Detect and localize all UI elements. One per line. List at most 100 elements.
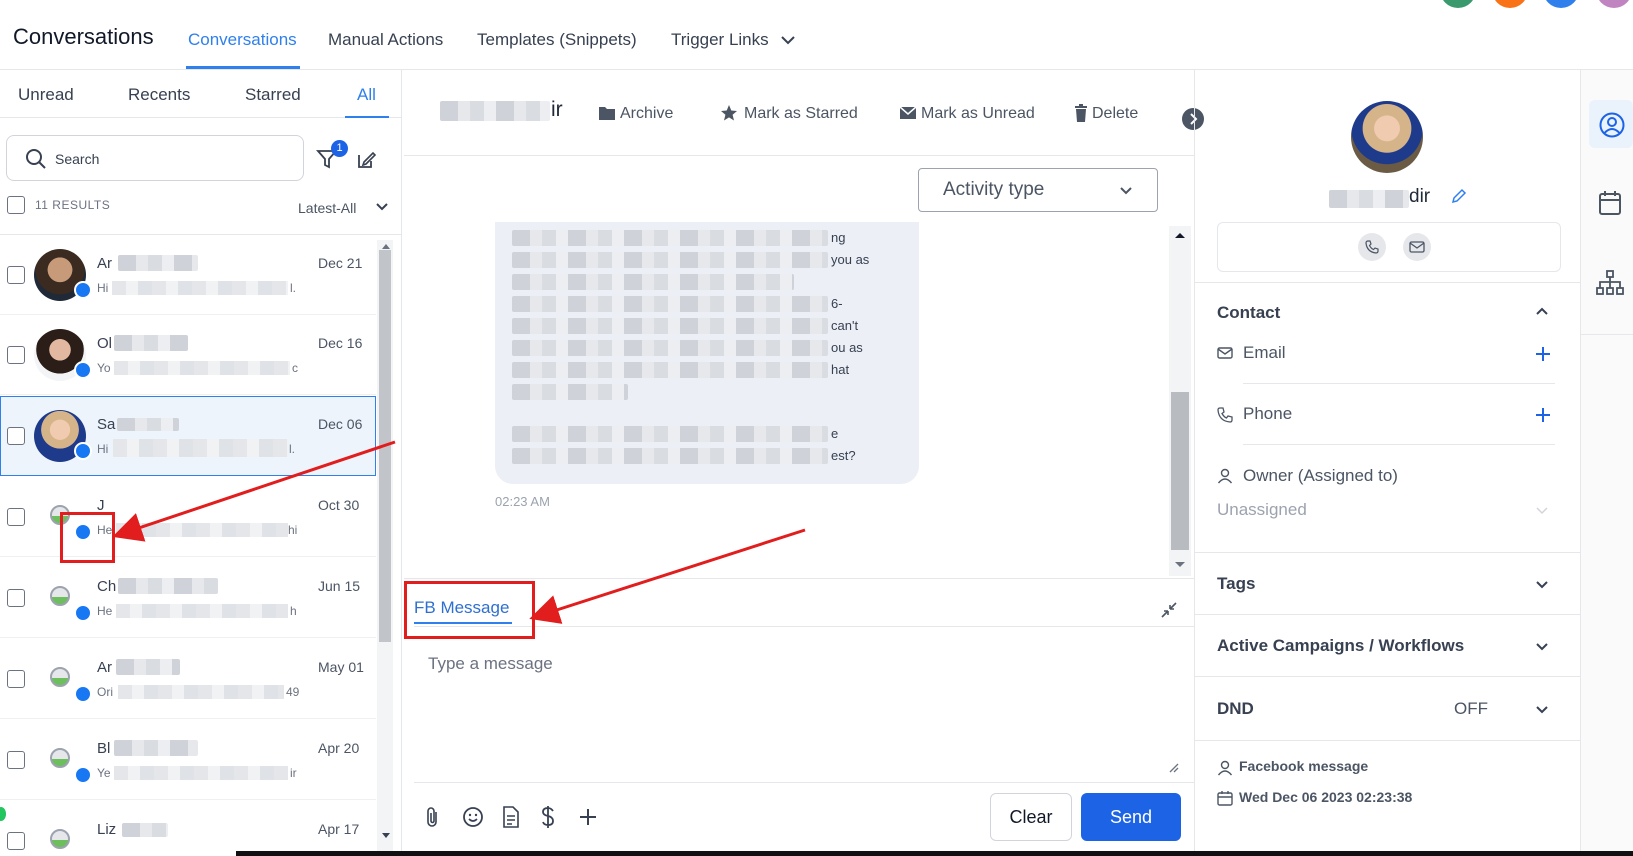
row-checkbox[interactable]: [7, 832, 25, 850]
scrollbar-thumb[interactable]: [379, 250, 391, 642]
phone-icon: [1217, 407, 1233, 423]
email-label: Email: [1243, 343, 1286, 362]
email-icon[interactable]: [1403, 233, 1431, 261]
plus-icon[interactable]: [578, 807, 598, 827]
list-item-selected[interactable]: Sa Hi l. Dec 06: [0, 396, 376, 476]
message-snippet-start: Hi: [97, 281, 109, 295]
row-checkbox[interactable]: [7, 427, 25, 445]
dollar-icon[interactable]: [540, 805, 556, 829]
avatar[interactable]: [1492, 0, 1528, 8]
list-item[interactable]: Ar Hi l. Dec 21: [0, 235, 376, 315]
list-item[interactable]: Liz Apr 17: [0, 801, 376, 856]
filter-badge: 1: [331, 140, 348, 157]
message-snippet-start: Hi: [97, 442, 109, 456]
compose-icon[interactable]: [356, 150, 376, 170]
scroll-down-icon[interactable]: [381, 832, 391, 840]
calendar-icon[interactable]: [1598, 190, 1622, 216]
message-input[interactable]: [414, 640, 1174, 770]
contact-name: Ol: [97, 335, 112, 352]
campaigns-section-title[interactable]: Active Campaigns / Workflows: [1217, 636, 1464, 656]
chevron-down-icon[interactable]: [1535, 705, 1549, 715]
scrollbar[interactable]: [377, 240, 393, 856]
tags-section-title[interactable]: Tags: [1217, 574, 1255, 594]
chevron-up-icon[interactable]: [1535, 306, 1549, 316]
tab-starred[interactable]: Starred: [245, 85, 301, 105]
document-icon[interactable]: [501, 806, 521, 828]
redacted-text: [112, 281, 288, 295]
tab-unread[interactable]: Unread: [18, 85, 74, 105]
row-checkbox[interactable]: [7, 266, 25, 284]
scroll-up-icon[interactable]: [1174, 231, 1186, 239]
clear-button[interactable]: Clear: [990, 793, 1072, 841]
owner-select[interactable]: Unassigned: [1217, 500, 1307, 520]
emoji-icon[interactable]: [462, 806, 484, 828]
tab-manual-actions[interactable]: Manual Actions: [328, 30, 443, 50]
messenger-icon: [74, 604, 92, 622]
scroll-down-icon[interactable]: [1174, 561, 1186, 569]
list-item[interactable]: J He hi Oct 30: [0, 477, 376, 557]
contact-name: ir: [551, 98, 563, 121]
chevron-down-icon[interactable]: [1535, 642, 1549, 652]
tab-conversations[interactable]: Conversations: [188, 30, 297, 50]
scrollbar-thumb[interactable]: [1171, 392, 1189, 550]
tab-trigger-links[interactable]: Trigger Links: [671, 30, 769, 50]
contact-name: Ar: [97, 255, 112, 272]
avatar[interactable]: [1440, 0, 1476, 8]
divider: [0, 117, 402, 118]
divider: [1195, 740, 1581, 741]
delete-button[interactable]: Delete: [1092, 105, 1138, 123]
row-checkbox[interactable]: [7, 346, 25, 364]
message-fragment: 6-: [831, 296, 843, 311]
row-checkbox[interactable]: [7, 589, 25, 607]
tab-templates[interactable]: Templates (Snippets): [477, 30, 637, 50]
resize-handle-icon[interactable]: [1167, 761, 1179, 773]
created-date: Wed Dec 06 2023 02:23:38: [1239, 789, 1413, 805]
contact-name: Sa: [97, 416, 116, 433]
tab-recents[interactable]: Recents: [128, 85, 190, 105]
chevron-down-icon[interactable]: [780, 34, 796, 46]
edit-pencil-icon[interactable]: [1451, 188, 1467, 204]
search-input[interactable]: Search: [6, 135, 304, 181]
chevron-down-icon[interactable]: [375, 202, 389, 212]
row-checkbox[interactable]: [7, 670, 25, 688]
redacted-text: [512, 296, 828, 312]
collapse-icon[interactable]: [1160, 601, 1178, 619]
mark-starred-button[interactable]: Mark as Starred: [744, 105, 858, 123]
contact-tab[interactable]: [1589, 100, 1633, 148]
scrollbar[interactable]: [1169, 226, 1191, 576]
sort-select[interactable]: Latest-All: [298, 200, 356, 216]
phone-icon[interactable]: [1358, 233, 1386, 261]
divider: [1195, 282, 1581, 283]
workflow-icon[interactable]: [1596, 270, 1624, 296]
activity-type-select[interactable]: Activity type: [918, 168, 1158, 212]
redacted-text: [512, 384, 628, 400]
tab-all[interactable]: All: [357, 85, 376, 105]
contact-section-title[interactable]: Contact: [1217, 303, 1280, 323]
send-button[interactable]: Send: [1081, 793, 1181, 841]
add-email-plus-icon[interactable]: [1535, 346, 1551, 362]
scroll-up-icon[interactable]: [381, 242, 391, 250]
attachment-icon[interactable]: [424, 806, 442, 828]
list-item[interactable]: Ch He h Jun 15: [0, 558, 376, 638]
envelope-icon: [899, 106, 917, 119]
contact-panel: dir Contact Email Phone Owner (Assigned …: [1194, 70, 1581, 856]
add-phone-plus-icon[interactable]: [1535, 407, 1551, 423]
list-item[interactable]: Ol Yo c Dec 16: [0, 315, 376, 395]
list-item[interactable]: Ar Ori 49 May 01: [0, 639, 376, 719]
conversation-date: Apr 17: [318, 821, 360, 837]
archive-button[interactable]: Archive: [620, 105, 673, 123]
list-item[interactable]: Bl Ye ir Apr 20: [0, 720, 376, 800]
search-icon: [26, 149, 46, 169]
dnd-status: OFF: [1454, 699, 1488, 718]
mark-unread-button[interactable]: Mark as Unread: [921, 105, 1035, 123]
avatar[interactable]: [1543, 0, 1579, 8]
row-checkbox[interactable]: [7, 751, 25, 769]
dnd-section-title[interactable]: DND: [1217, 699, 1254, 719]
row-checkbox[interactable]: [7, 508, 25, 526]
select-all-checkbox[interactable]: [7, 196, 25, 214]
chevron-down-icon[interactable]: [1535, 506, 1549, 516]
avatar[interactable]: [1596, 0, 1632, 8]
chevron-down-icon[interactable]: [1535, 580, 1549, 590]
contact-name: Ch: [97, 578, 117, 595]
folder-icon: [599, 107, 615, 120]
